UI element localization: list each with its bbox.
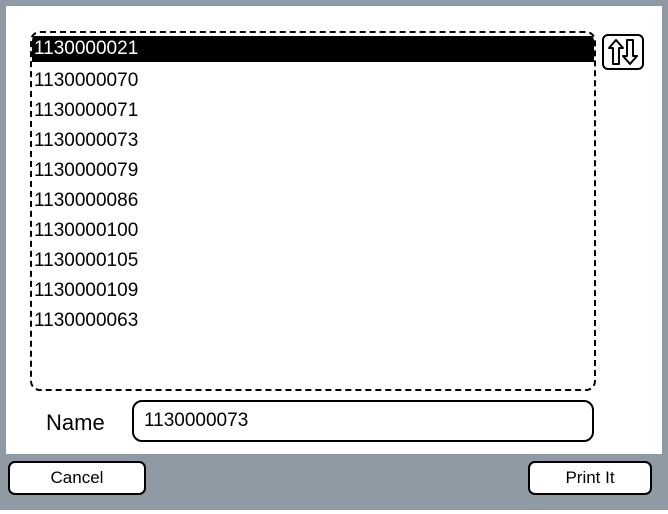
list-item[interactable]: 1130000070 — [32, 66, 594, 96]
id-list: 1130000021 1130000070 1130000071 1130000… — [32, 36, 594, 336]
list-item[interactable]: 1130000105 — [32, 246, 594, 276]
list-item[interactable]: 1130000071 — [32, 96, 594, 126]
sort-button[interactable] — [602, 34, 644, 70]
cancel-button[interactable]: Cancel — [8, 461, 146, 495]
list-item[interactable]: 1130000086 — [32, 186, 594, 216]
list-item[interactable]: 1130000073 — [32, 126, 594, 156]
list-item[interactable]: 1130000109 — [32, 276, 594, 306]
name-input[interactable] — [132, 400, 594, 442]
up-down-arrows-icon — [608, 39, 638, 65]
dialog-window: 1130000021 1130000070 1130000071 1130000… — [0, 0, 668, 510]
id-listbox[interactable]: 1130000021 1130000070 1130000071 1130000… — [30, 31, 596, 391]
list-item[interactable]: 1130000021 — [32, 36, 594, 62]
print-button[interactable]: Print It — [528, 461, 652, 495]
list-item[interactable]: 1130000100 — [32, 216, 594, 246]
dialog-panel: 1130000021 1130000070 1130000071 1130000… — [6, 6, 662, 454]
list-item[interactable]: 1130000079 — [32, 156, 594, 186]
name-label: Name — [46, 410, 105, 435]
list-item[interactable]: 1130000063 — [32, 306, 594, 336]
